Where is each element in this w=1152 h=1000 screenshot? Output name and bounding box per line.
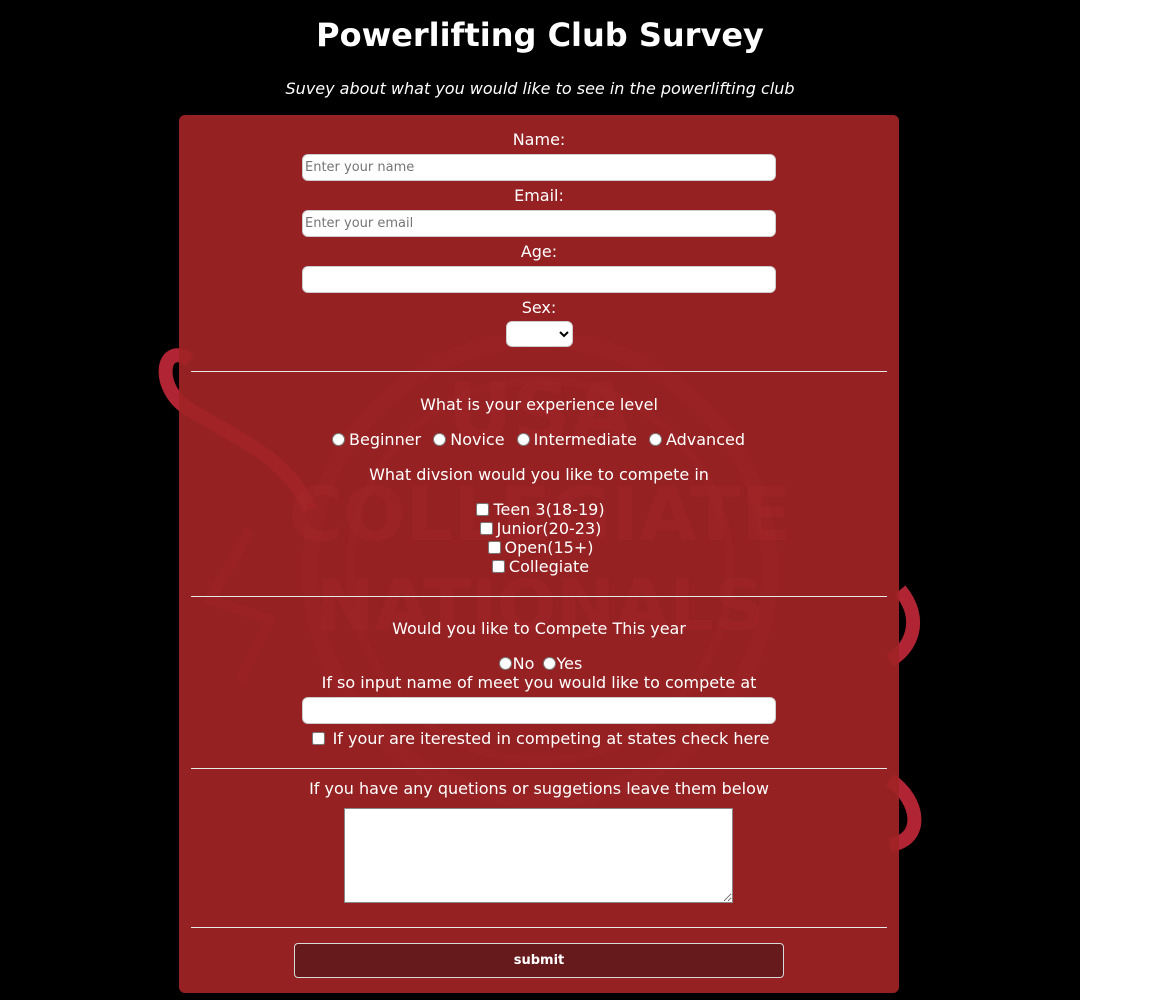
division-checkbox-teen[interactable] — [476, 503, 490, 516]
page-title: Powerlifting Club Survey — [316, 16, 764, 54]
age-label: Age: — [520, 242, 558, 261]
compete-question: Would you like to Compete This year — [392, 619, 686, 638]
sex-label: Sex: — [521, 298, 557, 317]
division-checkbox-junior[interactable] — [479, 522, 493, 535]
survey-form: Name: Email: Age: Sex: What is your expe… — [179, 115, 899, 993]
compete-label-yes: Yes — [556, 654, 583, 673]
division-checkbox-open[interactable] — [487, 541, 501, 554]
email-input[interactable] — [302, 210, 776, 237]
name-label: Name: — [512, 130, 566, 149]
email-label: Email: — [514, 186, 564, 205]
compete-options: No Yes — [179, 654, 899, 674]
division-label-open: Open(15+) — [504, 538, 594, 557]
sex-select[interactable] — [506, 321, 573, 347]
age-input[interactable] — [302, 266, 776, 293]
division-question: What divsion would you like to compete i… — [369, 465, 709, 484]
experience-options: Beginner Novice Intermediate Advanced — [179, 430, 899, 450]
division-item-collegiate: Collegiate — [179, 557, 899, 576]
name-input[interactable] — [302, 154, 776, 181]
division-label-teen: Teen 3(18-19) — [493, 500, 605, 519]
submit-button[interactable]: submit — [294, 943, 784, 978]
experience-question: What is your experience level — [420, 395, 658, 414]
states-option: If your are iterested in competing at st… — [179, 729, 899, 749]
compete-radio-yes[interactable] — [542, 657, 556, 670]
division-options: Teen 3(18-19) Junior(20-23) Open(15+) Co… — [179, 500, 899, 576]
division-item-open: Open(15+) — [179, 538, 899, 557]
section-divider — [191, 927, 887, 928]
compete-radio-no[interactable] — [498, 657, 512, 670]
section-divider — [191, 596, 887, 597]
experience-label-beginner: Beginner — [349, 430, 422, 449]
division-item-teen: Teen 3(18-19) — [179, 500, 899, 519]
experience-radio-advanced[interactable] — [648, 433, 662, 446]
meet-name-input[interactable] — [302, 697, 776, 724]
comments-textarea[interactable] — [344, 808, 733, 903]
experience-radio-beginner[interactable] — [332, 433, 345, 446]
experience-radio-intermediate[interactable] — [516, 433, 530, 446]
experience-label-intermediate: Intermediate — [533, 430, 637, 449]
states-checkbox[interactable] — [311, 732, 325, 745]
states-label: If your are iterested in competing at st… — [332, 729, 770, 748]
section-divider — [191, 371, 887, 372]
compete-label-no: No — [512, 654, 535, 673]
division-item-junior: Junior(20-23) — [179, 519, 899, 538]
experience-radio-novice[interactable] — [433, 433, 447, 446]
section-divider — [191, 768, 887, 769]
division-label-collegiate: Collegiate — [508, 557, 590, 576]
division-label-junior: Junior(20-23) — [496, 519, 602, 538]
division-checkbox-collegiate[interactable] — [491, 560, 505, 573]
comments-label: If you have any quetions or suggetions l… — [309, 779, 769, 798]
meet-label: If so input name of meet you would like … — [321, 673, 757, 692]
page-description: Suvey about what you would like to see i… — [285, 79, 795, 98]
experience-label-novice: Novice — [450, 430, 505, 449]
experience-label-advanced: Advanced — [665, 430, 745, 449]
